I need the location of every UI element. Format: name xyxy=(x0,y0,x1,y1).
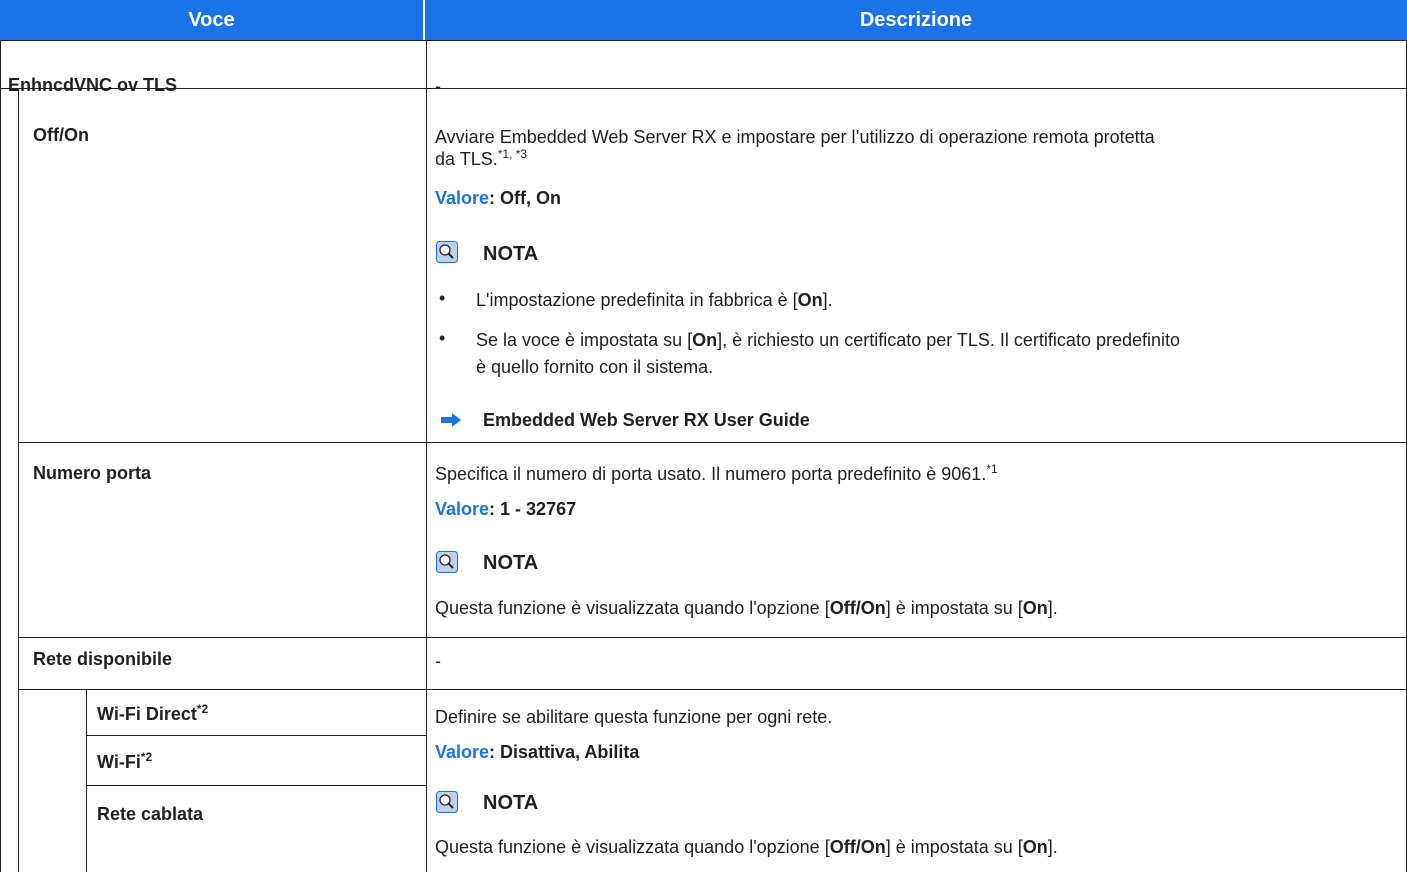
porta-note-b2: On xyxy=(1022,598,1048,618)
porta-value-text: : 1 - 32767 xyxy=(489,499,577,519)
rete-label: Rete disponibile xyxy=(33,649,173,669)
offon-bullet2: Se la voce è impostata su [On], è richie… xyxy=(476,329,1180,351)
porta-desc-sup: *1 xyxy=(986,462,998,476)
lightbulb-note-icon xyxy=(436,791,458,813)
cell-rete-desc xyxy=(426,637,1407,690)
offon-desc-sup: *1, *3 xyxy=(497,147,528,161)
arrow-right-icon xyxy=(441,413,461,427)
wifi-label-text: Wi-Fi xyxy=(97,752,141,772)
porta-note-title: NOTA xyxy=(483,552,539,574)
offon-bullet2-line2: è quello fornito con il sistema. xyxy=(476,357,714,377)
cell-cablata-label xyxy=(86,785,427,872)
offon-note-title: NOTA xyxy=(483,243,539,265)
net-note: Questa funzione è visualizzata quando l'… xyxy=(435,836,1058,858)
wifi-label: Wi-Fi*2 xyxy=(97,751,152,773)
header-descrizione-label: Descrizione xyxy=(859,8,973,31)
header-descrizione: Descrizione xyxy=(425,0,1407,40)
net-note-mid: ] è impostata su [ xyxy=(885,837,1023,857)
wifidirect-label-text: Wi-Fi Direct xyxy=(97,704,197,724)
offon-desc-line2-text: da TLS. xyxy=(435,149,498,169)
offon-bullet1-bold: On xyxy=(797,290,823,310)
offon-bullet1: L'impostazione predefinita in fabbrica è… xyxy=(476,289,833,311)
offon-bullet1-post: ]. xyxy=(822,290,833,310)
porta-value-label: Valore xyxy=(435,499,490,519)
net-note-pre: Questa funzione è visualizzata quando l'… xyxy=(435,837,830,857)
net-note-b2: On xyxy=(1022,837,1048,857)
wifidirect-sup: *2 xyxy=(196,702,209,716)
cablata-label: Rete cablata xyxy=(97,804,204,824)
indent-strip-2 xyxy=(18,689,87,872)
offon-value-label: Valore xyxy=(435,188,490,208)
lightbulb-note-icon xyxy=(436,551,458,573)
net-note-b1: Off/On xyxy=(829,837,886,857)
net-note-title: NOTA xyxy=(483,792,539,814)
offon-bullet2-pre: Se la voce è impostata su [ xyxy=(476,330,693,350)
offon-value: Valore: Off, On xyxy=(435,187,561,209)
indent-strip xyxy=(0,88,19,872)
porta-desc: Specifica il numero di porta usato. Il n… xyxy=(435,463,998,485)
net-desc: Definire se abilitare questa funzione pe… xyxy=(435,707,833,727)
net-value-label: Valore xyxy=(435,742,490,762)
porta-note-pre: Questa funzione è visualizzata quando l'… xyxy=(435,598,830,618)
porta-desc-text: Specifica il numero di porta usato. Il n… xyxy=(435,464,987,484)
porta-note: Questa funzione è visualizzata quando l'… xyxy=(435,597,1058,619)
offon-value-text: : Off, On xyxy=(489,188,562,208)
bullet-dot: • xyxy=(439,288,446,308)
lightbulb-note-icon xyxy=(436,241,458,263)
offon-bullet2-post: ], è richiesto un certificato per TLS. I… xyxy=(717,330,1181,350)
offon-bullet2-bold: On xyxy=(692,330,718,350)
net-value-text: : Disattiva, Abilita xyxy=(489,742,640,762)
offon-label: Off/On xyxy=(33,125,89,145)
porta-label: Numero porta xyxy=(33,463,152,483)
wifidirect-label: Wi-Fi Direct*2 xyxy=(97,703,208,725)
net-value: Valore: Disattiva, Abilita xyxy=(435,741,639,763)
bullet-dot: • xyxy=(439,328,446,348)
offon-bullet1-pre: L'impostazione predefinita in fabbrica è… xyxy=(476,290,798,310)
porta-note-post: ]. xyxy=(1047,598,1058,618)
header-voce-label: Voce xyxy=(188,8,235,31)
header-voce: Voce xyxy=(0,0,425,40)
cell-enh-desc xyxy=(426,40,1407,89)
porta-note-b1: Off/On xyxy=(829,598,886,618)
porta-value: Valore: 1 - 32767 xyxy=(435,498,576,520)
offon-desc-line2: da TLS.*1, *3 xyxy=(435,148,527,170)
porta-note-mid: ] è impostata su [ xyxy=(885,598,1023,618)
wifi-sup: *2 xyxy=(140,750,153,764)
offon-link[interactable]: Embedded Web Server RX User Guide xyxy=(483,409,810,431)
net-note-post: ]. xyxy=(1047,837,1058,857)
rete-desc: - xyxy=(435,651,441,671)
offon-desc-line1: Avviare Embedded Web Server RX e imposta… xyxy=(435,127,1155,147)
